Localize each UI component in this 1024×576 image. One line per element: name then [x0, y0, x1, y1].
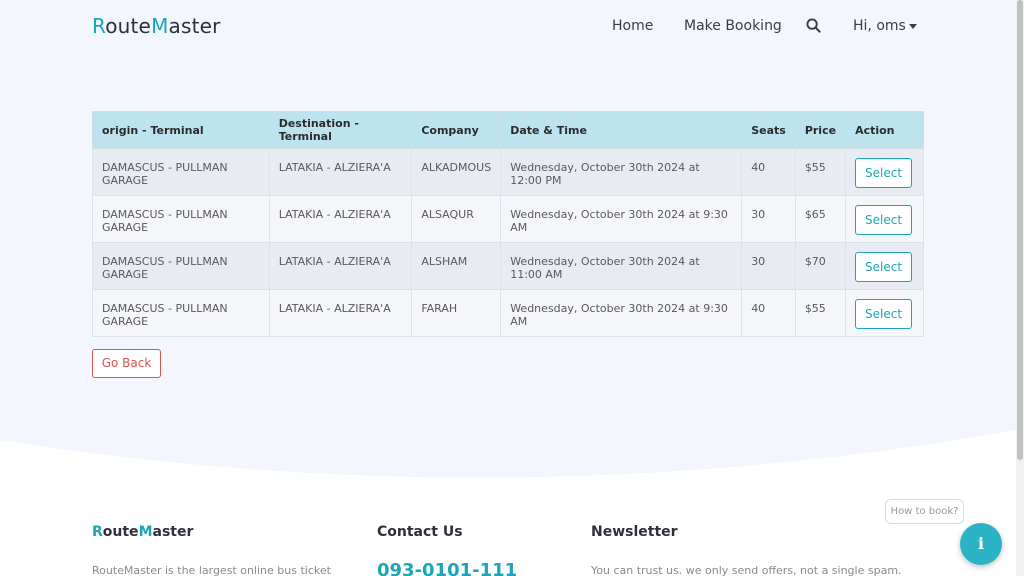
- page-scrollbar[interactable]: [1016, 0, 1024, 576]
- info-icon-button[interactable]: i: [960, 523, 1002, 565]
- brand-letter-m: M: [151, 14, 169, 38]
- footer-brand-letter-m: M: [138, 524, 153, 540]
- select-button[interactable]: Select: [855, 158, 913, 188]
- search-icon[interactable]: [806, 18, 822, 34]
- cell-price: $55: [794, 289, 847, 337]
- cell-price: $55: [794, 148, 847, 196]
- brand-part-aster: aster: [168, 14, 221, 38]
- go-back-button[interactable]: Go Back: [92, 349, 161, 378]
- footer-brand-letter-r: R: [92, 524, 103, 540]
- brand-part-oute: oute: [105, 14, 152, 38]
- cell-action: Select: [845, 148, 924, 196]
- brand-letter-r: R: [92, 14, 106, 38]
- header-action: Action: [845, 111, 924, 149]
- cell-origin: DAMASCUS - PULLMAN GARAGE: [92, 148, 270, 196]
- cell-origin: DAMASCUS - PULLMAN GARAGE: [92, 195, 270, 243]
- table-row: DAMASCUS - PULLMAN GARAGE LATAKIA - ALZI…: [92, 242, 924, 290]
- cell-company: FARAH: [411, 289, 502, 337]
- footer-newsletter-heading: Newsletter: [591, 524, 678, 540]
- how-to-book-tooltip[interactable]: How to book?: [885, 499, 964, 524]
- cell-seats: 30: [741, 242, 796, 290]
- header-origin: origin - Terminal: [92, 111, 270, 149]
- header-price: Price: [794, 111, 847, 149]
- select-button[interactable]: Select: [855, 205, 913, 235]
- cell-date-time: Wednesday, October 30th 2024 at 9:30 AM: [500, 289, 743, 337]
- nav-make-booking[interactable]: Make Booking: [684, 18, 782, 34]
- cell-seats: 40: [741, 148, 796, 196]
- header-destination: Destination - Terminal: [268, 111, 413, 149]
- cell-action: Select: [845, 289, 924, 337]
- cell-price: $70: [794, 242, 847, 290]
- cell-seats: 40: [741, 289, 796, 337]
- cell-destination: LATAKIA - ALZIERA'A: [268, 242, 413, 290]
- scrollbar-thumb[interactable]: [1017, 0, 1023, 460]
- caret-down-icon: [908, 23, 917, 29]
- table-row: DAMASCUS - PULLMAN GARAGE LATAKIA - ALZI…: [92, 195, 924, 243]
- cell-date-time: Wednesday, October 30th 2024 at 9:30 AM: [500, 195, 743, 243]
- select-button[interactable]: Select: [855, 252, 913, 282]
- trips-table-container: origin - Terminal Destination - Terminal…: [92, 111, 924, 337]
- navbar: RouteMaster Home Make Booking Hi, oms: [0, 0, 1016, 55]
- footer-brand-part-oute: oute: [102, 524, 139, 540]
- cell-destination: LATAKIA - ALZIERA'A: [268, 195, 413, 243]
- cell-date-time: Wednesday, October 30th 2024 at 12:00 PM: [500, 148, 743, 196]
- header-date-time: Date & Time: [500, 111, 743, 149]
- cell-origin: DAMASCUS - PULLMAN GARAGE: [92, 242, 270, 290]
- table-header-row: origin - Terminal Destination - Terminal…: [92, 111, 924, 149]
- footer-contact-heading: Contact Us: [377, 524, 463, 540]
- table-row: DAMASCUS - PULLMAN GARAGE LATAKIA - ALZI…: [92, 289, 924, 337]
- user-menu-dropdown[interactable]: Hi, oms: [853, 18, 917, 34]
- footer: RouteMaster Contact Us Newsletter RouteM…: [0, 460, 1016, 576]
- cell-seats: 30: [741, 195, 796, 243]
- cell-destination: LATAKIA - ALZIERA'A: [268, 148, 413, 196]
- footer-newsletter-text: You can trust us. we only send offers, n…: [591, 564, 902, 576]
- cell-price: $65: [794, 195, 847, 243]
- footer-brand-part-aster: aster: [152, 524, 194, 540]
- footer-brand: RouteMaster: [92, 524, 193, 540]
- brand-logo[interactable]: RouteMaster: [92, 14, 221, 38]
- user-greeting: Hi, oms: [853, 18, 906, 34]
- cell-date-time: Wednesday, October 30th 2024 at 11:00 AM: [500, 242, 743, 290]
- nav-home[interactable]: Home: [612, 18, 653, 34]
- cell-company: ALSAQUR: [411, 195, 502, 243]
- cell-origin: DAMASCUS - PULLMAN GARAGE: [92, 289, 270, 337]
- cell-company: ALSHAM: [411, 242, 502, 290]
- select-button[interactable]: Select: [855, 299, 913, 329]
- cell-destination: LATAKIA - ALZIERA'A: [268, 289, 413, 337]
- footer-phone[interactable]: 093-0101-111: [377, 560, 517, 576]
- cell-company: ALKADMOUS: [411, 148, 502, 196]
- header-seats: Seats: [741, 111, 796, 149]
- table-row: DAMASCUS - PULLMAN GARAGE LATAKIA - ALZI…: [92, 148, 924, 196]
- trips-table: origin - Terminal Destination - Terminal…: [92, 111, 924, 337]
- cell-action: Select: [845, 242, 924, 290]
- header-company: Company: [411, 111, 502, 149]
- cell-action: Select: [845, 195, 924, 243]
- footer-about-text: RouteMaster is the largest online bus ti…: [92, 564, 331, 576]
